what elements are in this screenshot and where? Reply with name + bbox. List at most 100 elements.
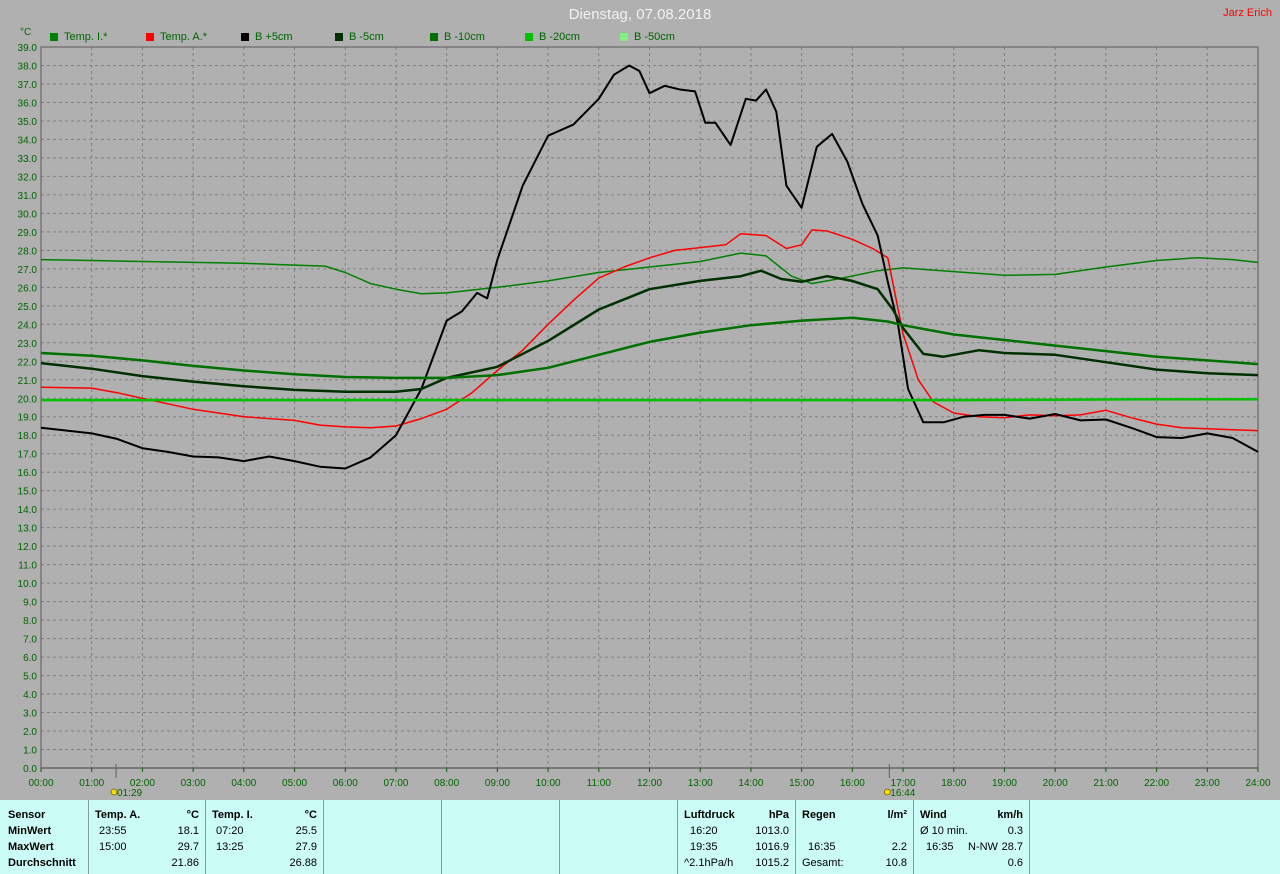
x-tick-label: 22:00 <box>1144 778 1169 789</box>
wind-last-value: 0.6 <box>1007 857 1023 869</box>
x-tick-label: 18:00 <box>941 778 966 789</box>
y-tick-label: 28.0 <box>18 246 38 257</box>
x-tick-label: 01:00 <box>79 778 104 789</box>
chart-area: 0.0 1.0 2.0 3.0 4.0 5.0 6.0 7.0 8.0 9.0 10.0 11.0 12… <box>18 43 1271 799</box>
temp-a-max-time: 15:00 <box>99 841 127 853</box>
legend-label: B -10cm <box>444 31 485 43</box>
x-tick-label: 07:00 <box>383 778 408 789</box>
legend-label: B -5cm <box>349 31 384 43</box>
y-tick-label: 27.0 <box>18 265 38 276</box>
x-tick-label: 05:00 <box>282 778 307 789</box>
y-tick-label: 4.0 <box>23 690 37 701</box>
y-tick-label: 9.0 <box>23 598 37 609</box>
temp-i-min-value: 25.5 <box>295 825 317 837</box>
y-tick-label: 21.0 <box>18 376 38 387</box>
y-tick-label: 30.0 <box>18 209 38 220</box>
legend-item-b-minus50: B -50cm <box>620 31 675 43</box>
temp-a-max-value: 29.7 <box>177 841 199 853</box>
y-tick-label: 29.0 <box>18 228 38 239</box>
y-tick-label: 33.0 <box>18 154 38 165</box>
wind-max-time: 16:35 <box>926 841 954 853</box>
x-tick-label: 21:00 <box>1093 778 1118 789</box>
legend-item-temp-i: Temp. I.* <box>50 31 107 43</box>
y-tick-label: 25.0 <box>18 302 38 313</box>
legend-item-b-minus10: B -10cm <box>430 31 485 43</box>
y-tick-label: 5.0 <box>23 672 37 683</box>
legend-label: B -50cm <box>634 31 675 43</box>
sensor-header: Sensor <box>8 809 46 821</box>
temp-a-min-time: 23:55 <box>99 825 127 837</box>
pressure-min-time: 16:20 <box>690 825 718 837</box>
x-tick-label: 16:00 <box>840 778 865 789</box>
x-tick-label: 06:00 <box>333 778 358 789</box>
y-tick-label: 12.0 <box>18 542 38 553</box>
y-tick-label: 13.0 <box>18 524 38 535</box>
y-tick-label: 22.0 <box>18 357 38 368</box>
y-tick-label: 35.0 <box>18 117 38 128</box>
legend-label: Temp. A.* <box>160 31 208 43</box>
temp-i-max-value: 27.9 <box>295 841 317 853</box>
empty-column <box>442 800 560 874</box>
max-label: MaxWert <box>8 841 54 853</box>
sun-marker-label: 16:44 <box>890 788 915 799</box>
temp-a-unit: °C <box>186 809 199 821</box>
pressure-unit: hPa <box>768 809 789 821</box>
wind-max-direction: N-NW <box>968 841 998 853</box>
temp-i-unit: °C <box>304 809 317 821</box>
legend-swatch-icon <box>335 33 343 42</box>
y-axis-unit: °C <box>20 27 32 38</box>
y-tick-label: 6.0 <box>23 653 37 664</box>
legend-swatch-icon <box>620 33 628 42</box>
x-tick-label: 11:00 <box>587 778 612 789</box>
x-tick-label: 04:00 <box>231 778 256 789</box>
min-label: MinWert <box>8 825 52 837</box>
sun-marker-label: 01:29 <box>117 788 142 799</box>
y-tick-label: 19.0 <box>18 413 38 424</box>
pressure-max-time: 19:35 <box>690 841 718 853</box>
temp-i-avg-value: 26.88 <box>289 857 317 869</box>
legend-swatch-icon <box>146 33 154 42</box>
y-tick-label: 36.0 <box>18 98 38 109</box>
rain-unit: l/m² <box>887 809 907 821</box>
x-tick-label: 23:00 <box>1195 778 1220 789</box>
y-tick-label: 8.0 <box>23 616 37 627</box>
rain-column: Regen l/m² 16:35 2.2 Gesamt: 10.8 <box>796 800 914 874</box>
legend-swatch-icon <box>241 33 249 42</box>
avg-label: Durchschnitt <box>8 857 76 869</box>
temp-i-column: Temp. I. °C 07:20 25.5 13:25 27.9 26.88 <box>206 800 324 874</box>
y-tick-label: 38.0 <box>18 61 38 72</box>
rain-header: Regen <box>802 809 836 821</box>
legend-swatch-icon <box>430 33 438 42</box>
y-tick-label: 24.0 <box>18 320 38 331</box>
y-tick-label: 7.0 <box>23 635 37 646</box>
pressure-header: Luftdruck <box>684 809 735 821</box>
x-tick-label: 14:00 <box>738 778 763 789</box>
temp-a-avg-value: 21.86 <box>171 857 199 869</box>
x-tick-label: 08:00 <box>434 778 459 789</box>
temp-i-header: Temp. I. <box>212 809 253 821</box>
x-tick-label: 10:00 <box>536 778 561 789</box>
pressure-min-value: 1013.0 <box>755 825 789 837</box>
wind-avg-label: Ø 10 min. <box>920 825 968 837</box>
legend-item-b-5: B +5cm <box>241 31 293 43</box>
rain-total-label: Gesamt: <box>802 857 844 869</box>
wind-avg-value: 0.3 <box>1007 825 1023 837</box>
x-tick-label: 00:00 <box>28 778 53 789</box>
legend-label: B +5cm <box>255 31 293 43</box>
x-tick-label: 12:00 <box>637 778 662 789</box>
y-tick-label: 34.0 <box>18 135 38 146</box>
y-tick-label: 16.0 <box>18 468 38 479</box>
series-line-5 <box>41 397 1258 402</box>
temp-a-header: Temp. A. <box>95 809 141 821</box>
y-tick-label: 17.0 <box>18 450 38 461</box>
statistics-panel: Sensor MinWert MaxWert Durchschnitt Temp… <box>0 800 1280 874</box>
y-tick-label: 20.0 <box>18 394 38 405</box>
y-tick-label: 37.0 <box>18 80 38 91</box>
chart-title: Dienstag, 07.08.2018 <box>568 6 712 23</box>
grid <box>41 46 1258 768</box>
pressure-max-value: 1016.9 <box>755 841 789 853</box>
y-tick-label: 2.0 <box>23 727 37 738</box>
x-tick-label: 24:00 <box>1245 778 1270 789</box>
empty-column <box>324 800 442 874</box>
temp-i-max-time: 13:25 <box>216 841 244 853</box>
